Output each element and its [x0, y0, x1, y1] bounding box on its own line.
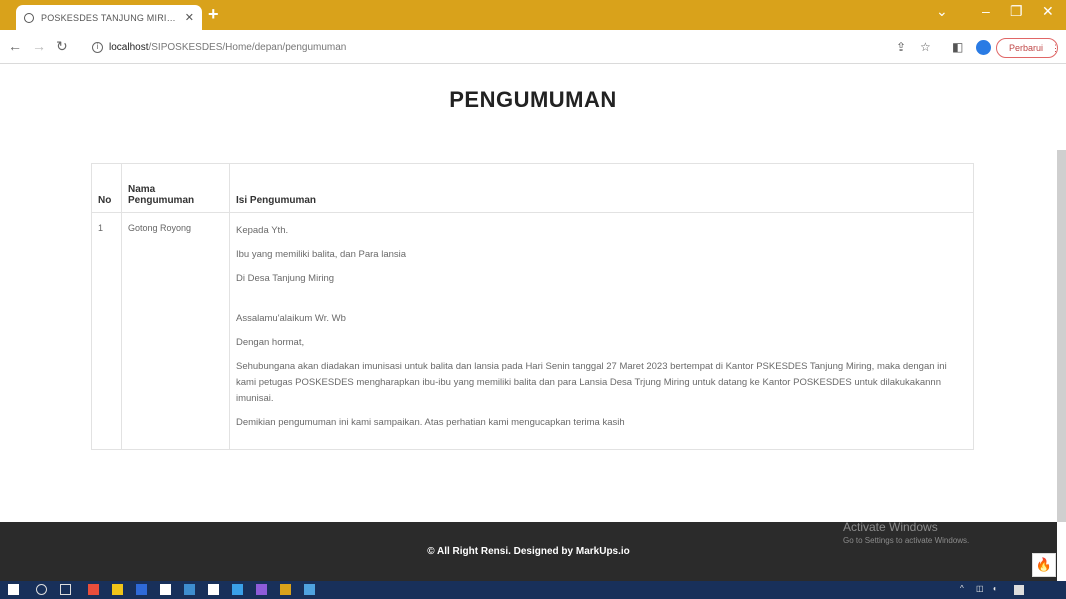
app-icon-3[interactable] — [136, 584, 147, 595]
url-field[interactable]: i localhost /SIPOSKESDES/Home/depan/peng… — [92, 35, 880, 59]
content-line: Dengan hormat, — [236, 337, 305, 348]
browser-tab-bar: POSKESDES TANJUNG MIRING ✕ + ⌄ – ❐ ✕ — [0, 0, 1066, 30]
forward-arrow-icon[interactable]: → — [32, 38, 46, 54]
cell-content: Kepada Yth. Ibu yang memiliki balita, da… — [229, 212, 974, 450]
content-line: Kepada Yth. — [236, 225, 289, 236]
task-view-icon[interactable] — [60, 584, 71, 595]
new-tab-button[interactable]: + — [208, 4, 219, 25]
app-icon-5[interactable] — [184, 584, 195, 595]
sidepanel-icon[interactable]: ◧ — [952, 40, 963, 54]
header-name: Nama Pengumuman — [121, 163, 230, 213]
restore-icon[interactable]: ❐ — [1010, 3, 1023, 20]
announcement-table: No Nama Pengumuman Isi Pengumuman 1 Goto… — [91, 163, 974, 450]
cell-no: 1 — [91, 212, 122, 450]
activation-watermark: Activate Windows Go to Settings to activ… — [843, 520, 969, 545]
minimize-icon[interactable]: – — [982, 3, 990, 19]
vertical-scrollbar[interactable] — [1057, 150, 1066, 522]
bookmark-star-icon[interactable]: ☆ — [920, 40, 931, 54]
table-header-row: No Nama Pengumuman Isi Pengumuman — [91, 163, 974, 213]
profile-avatar[interactable] — [976, 40, 991, 55]
chevron-down-icon[interactable]: ⌄ — [936, 3, 948, 20]
header-no: No — [91, 163, 122, 213]
app-icon-8[interactable] — [256, 584, 267, 595]
page-title: PENGUMUMAN — [449, 87, 617, 112]
update-button[interactable]: Perbarui ⋮ — [996, 38, 1060, 58]
update-label: Perbarui — [1009, 43, 1044, 53]
more-menu-icon[interactable]: ⋮ — [1051, 43, 1060, 54]
watermark-line1: Activate Windows — [843, 520, 938, 534]
app-icon-6[interactable] — [208, 584, 219, 595]
windows-start-icon[interactable] — [8, 584, 19, 595]
globe-icon — [24, 12, 34, 23]
share-icon[interactable]: ⇪ — [896, 40, 906, 54]
info-icon[interactable]: i — [92, 41, 103, 53]
watermark-line2: Go to Settings to activate Windows. — [843, 536, 970, 545]
tab-title: POSKESDES TANJUNG MIRING — [41, 12, 179, 23]
search-icon[interactable] — [36, 584, 47, 595]
cell-name: Gotong Royong — [121, 212, 230, 450]
table-row: 1 Gotong Royong Kepada Yth. Ibu yang mem… — [91, 212, 974, 450]
content-line: Demikian pengumuman ini kami sampaikan. … — [236, 417, 625, 428]
reload-icon[interactable]: ↻ — [56, 38, 68, 55]
address-bar: ← → ↻ i localhost /SIPOSKESDES/Home/depa… — [0, 30, 1066, 64]
content-line: Ibu yang memiliki balita, dan Para lansi… — [236, 249, 407, 260]
app-icon-9[interactable] — [304, 584, 315, 595]
content-line: Di Desa Tanjung Miring — [236, 273, 335, 284]
content-line: Assalamu'alaikum Wr. Wb — [236, 313, 346, 324]
network-icon[interactable]: ◫ — [976, 584, 984, 593]
app-icon-7[interactable] — [232, 584, 243, 595]
url-host: localhost — [109, 41, 149, 53]
app-icon-2[interactable] — [112, 584, 123, 595]
back-arrow-icon[interactable]: ← — [8, 38, 22, 54]
volume-icon[interactable]: ◖ — [992, 584, 997, 593]
header-content: Isi Pengumuman — [229, 163, 974, 213]
app-icon-4[interactable] — [160, 584, 171, 595]
close-icon[interactable]: ✕ — [185, 11, 194, 24]
tray-up-icon[interactable]: ^ — [960, 584, 964, 593]
windows-taskbar: ^ ◫ ◖ — [0, 581, 1066, 599]
content-line: Sehubungana akan diadakan imunisasi untu… — [236, 361, 947, 404]
url-path: /SIPOSKESDES/Home/depan/pengumuman — [148, 41, 347, 53]
chrome-taskbar-icon[interactable] — [280, 584, 291, 595]
fire-icon[interactable]: 🔥 — [1032, 553, 1056, 577]
app-icon-1[interactable] — [88, 584, 99, 595]
close-window-icon[interactable]: ✕ — [1042, 3, 1054, 20]
footer-text: © All Right Rensi. Designed by MarkUps.i… — [427, 546, 630, 557]
browser-tab[interactable]: POSKESDES TANJUNG MIRING ✕ — [16, 5, 202, 30]
notification-icon[interactable] — [1014, 585, 1024, 595]
